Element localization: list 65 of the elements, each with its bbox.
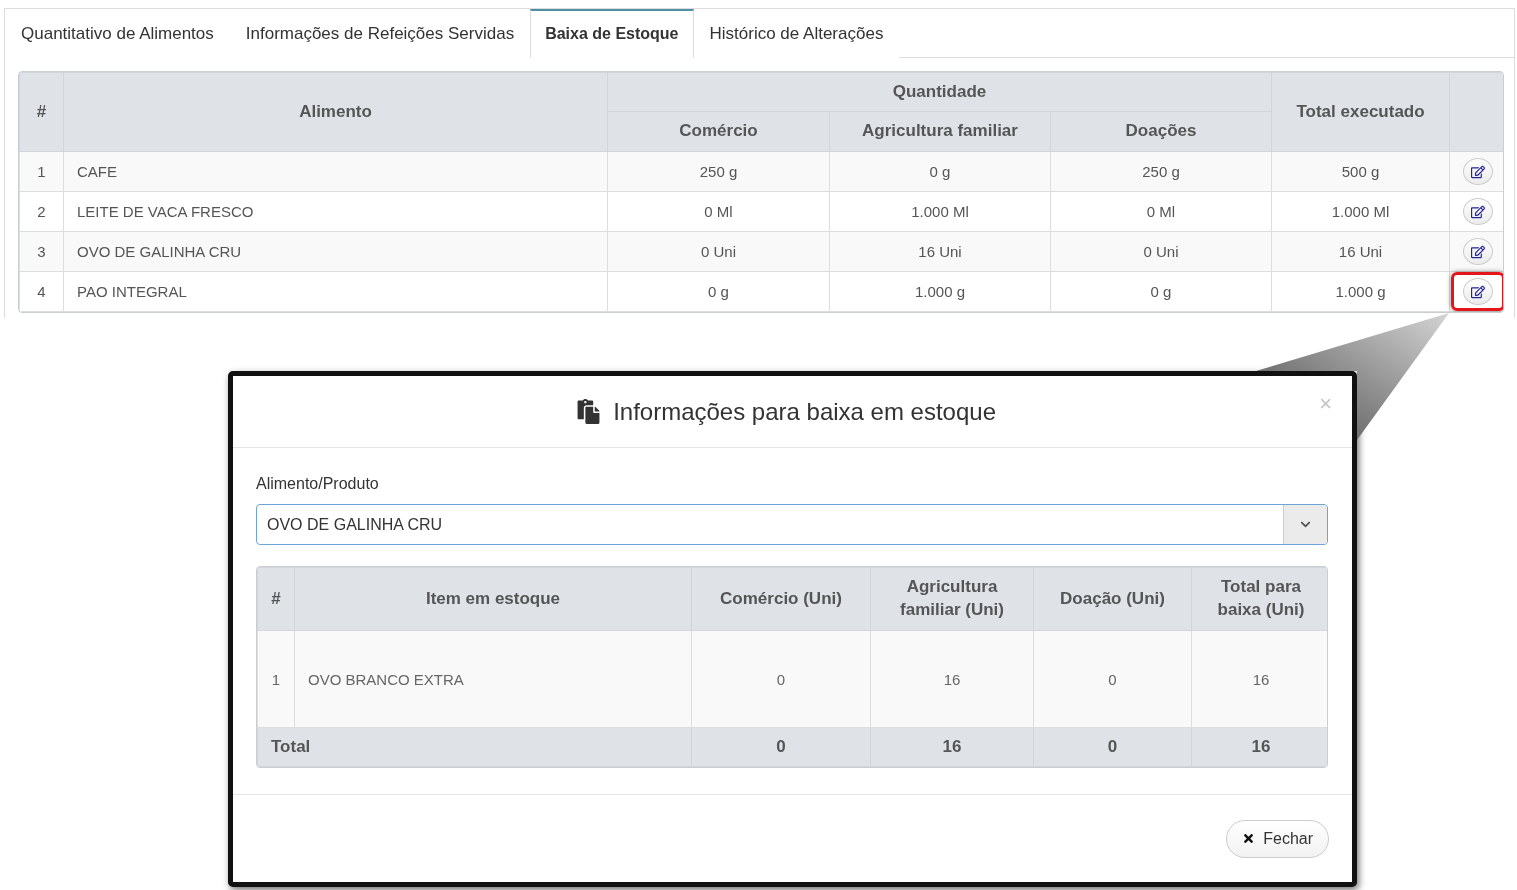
table-cell: 250 g [1050,151,1272,192]
edit-button[interactable] [1463,278,1494,305]
table-cell: 1 [257,630,295,728]
column-header: Agricultura familiar [829,111,1051,152]
column-header: Comércio [607,111,830,152]
table-cell: 16 Uni [1271,231,1450,272]
table-cell: CAFE [63,151,608,192]
table-cell: 4 [19,271,64,312]
table-cell: 0 Ml [1050,191,1272,232]
column-header: Doação (Uni) [1033,567,1192,631]
column-header: # [257,567,295,631]
total-cell: 0 [691,727,871,767]
column-header: Alimento [63,72,608,152]
column-header: Comércio (Uni) [691,567,871,631]
table-cell: 0 Uni [607,231,830,272]
edit-button[interactable] [1463,158,1494,185]
close-icon [1242,832,1256,845]
close-dialog-button[interactable]: Fechar [1226,819,1329,858]
edit-icon [1471,284,1486,299]
table-cell: 0 [1033,630,1192,728]
table-cell: 0 Uni [1050,231,1272,272]
edit-icon [1471,164,1486,179]
column-header: Total executado [1271,72,1450,152]
table-cell: 0 [691,630,871,728]
table-cell: 250 g [607,151,830,192]
total-cell: 16 [870,727,1034,767]
column-header: Total para baixa (Uni) [1191,567,1327,631]
clipboard-icon [576,399,602,424]
chevron-down-icon [1300,519,1311,530]
table-cell: 500 g [1271,151,1450,192]
column-header: Agricultura familiar (Uni) [870,567,1034,631]
table-cell: 0 Ml [607,191,830,232]
field-label: Alimento/Produto [256,474,380,494]
column-group-header: Quantidade [607,72,1272,112]
edit-button[interactable] [1463,198,1494,225]
edit-button[interactable] [1463,238,1494,265]
dropdown-toggle[interactable] [1283,505,1327,544]
table-cell: 0 g [1050,271,1272,312]
table-cell: 1.000 g [1271,271,1450,312]
table-cell: 2 [19,191,64,232]
column-header: # [19,72,64,152]
table-cell: OVO BRANCO EXTRA [294,630,692,728]
table-cell: 16 [870,630,1034,728]
modal-title: Informações para baixa em estoque [613,397,996,426]
column-header: Item em estoque [294,567,692,631]
total-cell: 0 [1033,727,1192,767]
edit-icon [1471,244,1486,259]
table-cell: 1 [19,151,64,192]
table-cell: 3 [19,231,64,272]
select-field[interactable]: OVO DE GALINHA CRU [256,504,1328,545]
total-label: Total [257,727,692,767]
table-cell: LEITE DE VACA FRESCO [63,191,608,232]
table-cell: 16 Uni [829,231,1051,272]
tab[interactable]: Baixa de Estoque [530,9,694,58]
edit-icon [1471,204,1486,219]
table-cell: 1.000 g [829,271,1051,312]
table-cell: 1.000 Ml [829,191,1051,232]
table-cell: 0 g [607,271,830,312]
table-cell: PAO INTEGRAL [63,271,608,312]
total-cell: 16 [1191,727,1327,767]
column-header: Doações [1050,111,1272,152]
table-cell: 0 g [829,151,1051,192]
table-cell: 1.000 Ml [1271,191,1450,232]
table-cell: OVO DE GALINHA CRU [63,231,608,272]
table-cell: 16 [1191,630,1327,728]
